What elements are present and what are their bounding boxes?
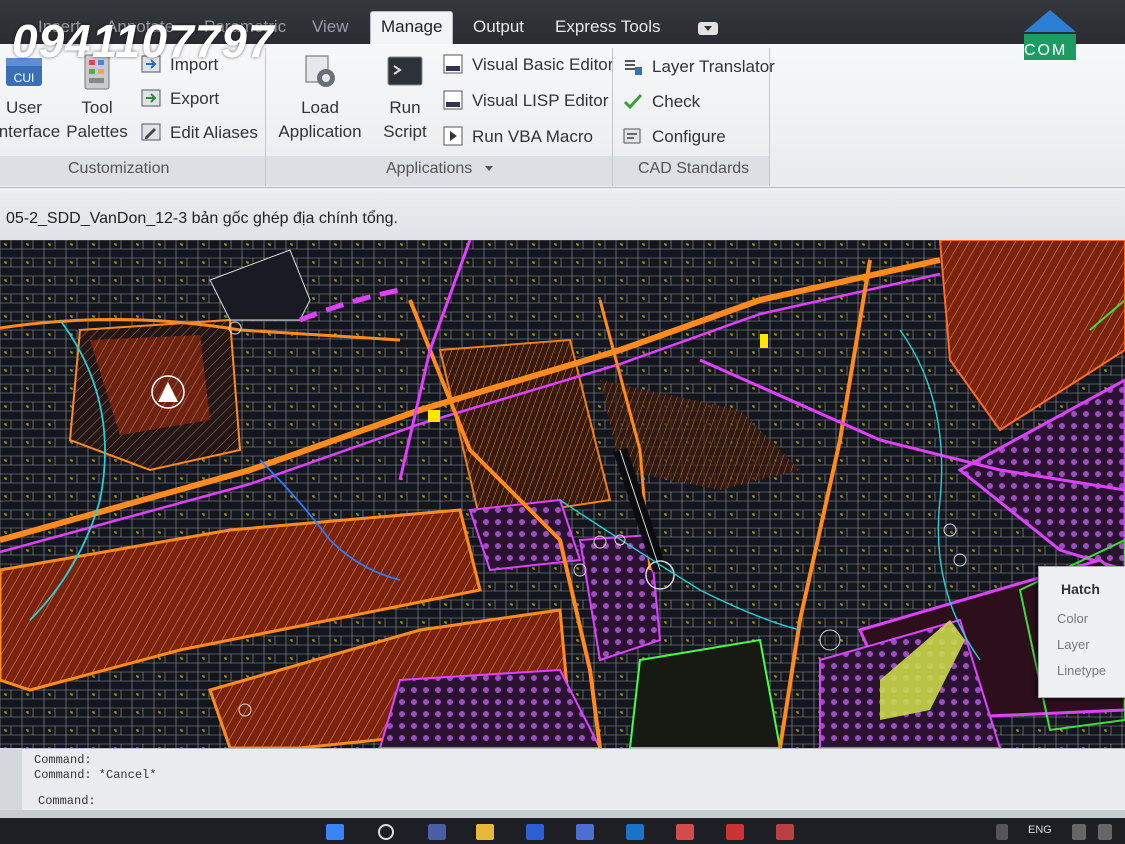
vba-editor-icon [442, 53, 464, 75]
svg-text:CUI: CUI [14, 71, 35, 85]
command-input[interactable]: Command: [36, 793, 1125, 811]
task-view-icon[interactable] [428, 824, 446, 840]
logo-text: COM [1024, 42, 1068, 59]
checkmark-icon [622, 90, 644, 112]
export-label: Export [170, 89, 220, 108]
load-application-icon [300, 52, 340, 92]
tray-chevron-icon[interactable] [996, 824, 1008, 840]
drawing-title-bar: 05-2_SDD_VanDon_12-3 bản gốc ghép địa ch… [0, 188, 1125, 241]
layer-translator-label: Layer Translator [652, 57, 775, 76]
search-icon[interactable] [378, 824, 394, 840]
command-history-line: Command: [34, 753, 92, 767]
tab-express-tools[interactable]: Express Tools [545, 12, 671, 42]
site-logo: COM [1020, 4, 1080, 62]
autocad-icon[interactable] [776, 824, 794, 840]
cad-standards-panel-title[interactable]: CAD Standards [638, 160, 749, 178]
visual-lisp-editor-button[interactable]: Visual LISP Editor [442, 86, 608, 116]
chevron-down-icon [484, 166, 493, 172]
drawing-file-title: 05-2_SDD_VanDon_12-3 bản gốc ghép địa ch… [6, 210, 398, 227]
file-explorer-icon[interactable] [476, 824, 494, 840]
cadastral-map [0, 240, 1125, 748]
tab-output[interactable]: Output [463, 12, 534, 42]
edit-aliases-icon [140, 121, 162, 143]
configure-label: Configure [652, 127, 726, 146]
hatch-color-label: Color [1057, 611, 1089, 626]
volume-icon[interactable] [1098, 824, 1112, 840]
vba-macro-icon [442, 125, 464, 147]
panel-divider [769, 48, 770, 186]
load-application-label-1: Load [301, 98, 339, 117]
visual-basic-editor-button[interactable]: Visual Basic Editor [442, 50, 613, 80]
applications-title-label: Applications [386, 160, 473, 177]
applications-panel-title[interactable]: Applications [386, 160, 493, 178]
export-icon [140, 87, 162, 109]
tab-view[interactable]: View [302, 12, 359, 42]
drawing-canvas[interactable]: Hatch Color Layer Linetype [0, 240, 1125, 748]
check-label: Check [652, 92, 701, 111]
layer-translator-icon [622, 55, 644, 77]
windows-start-icon[interactable] [326, 824, 344, 840]
edit-aliases-label: Edit Aliases [170, 123, 258, 142]
lisp-editor-icon [442, 89, 464, 111]
user-interface-label-2: Interface [0, 122, 61, 141]
customization-panel-title[interactable]: Customization [68, 160, 169, 178]
chat-app-icon[interactable] [676, 824, 694, 840]
user-interface-label-1: User [6, 98, 42, 117]
export-button[interactable]: Export [140, 84, 219, 114]
load-application-button[interactable]: Load Application [274, 52, 366, 144]
visual-basic-editor-label: Visual Basic Editor [472, 55, 614, 74]
configure-button[interactable]: Configure [622, 122, 726, 152]
check-button[interactable]: Check [622, 87, 700, 117]
status-bar [0, 810, 1125, 818]
load-application-label-2: Application [278, 122, 362, 141]
run-vba-macro-button[interactable]: Run VBA Macro [442, 122, 593, 152]
hatch-tooltip-title: Hatch [1061, 581, 1100, 597]
language-indicator[interactable]: ENG [1028, 824, 1052, 836]
hatch-properties-tooltip: Hatch Color Layer Linetype [1038, 566, 1125, 698]
layer-translator-button[interactable]: Layer Translator [622, 52, 775, 82]
command-history-line: Command: *Cancel* [34, 768, 157, 782]
command-prompt: Command: [38, 794, 96, 808]
phone-number-watermark: 0941107797 [12, 15, 275, 67]
visual-lisp-editor-label: Visual LISP Editor [472, 91, 609, 110]
teams-icon[interactable] [576, 824, 594, 840]
run-script-button[interactable]: Run Script [380, 52, 430, 144]
hatch-layer-label: Layer [1057, 637, 1090, 652]
hatch-linetype-label: Linetype [1057, 663, 1107, 678]
ribbon-overflow-button[interactable] [698, 22, 718, 35]
command-line-grip[interactable] [0, 748, 22, 810]
wifi-icon[interactable] [1072, 824, 1086, 840]
run-vba-macro-label: Run VBA Macro [472, 127, 593, 146]
tool-palettes-label-1: Tool [81, 98, 113, 117]
opera-icon[interactable] [726, 824, 744, 840]
run-script-label-1: Run [389, 98, 421, 117]
run-script-label-2: Script [383, 122, 427, 141]
command-line: Command: Command: *Cancel* Command: [22, 748, 1125, 811]
outlook-icon[interactable] [626, 824, 644, 840]
script-icon [385, 52, 425, 92]
edit-aliases-button[interactable]: Edit Aliases [140, 118, 258, 148]
windows-taskbar: ENG [0, 818, 1125, 844]
tool-palettes-label-2: Palettes [66, 122, 128, 141]
tab-manage[interactable]: Manage [370, 11, 454, 44]
word-icon[interactable] [526, 824, 544, 840]
configure-icon [622, 125, 644, 147]
